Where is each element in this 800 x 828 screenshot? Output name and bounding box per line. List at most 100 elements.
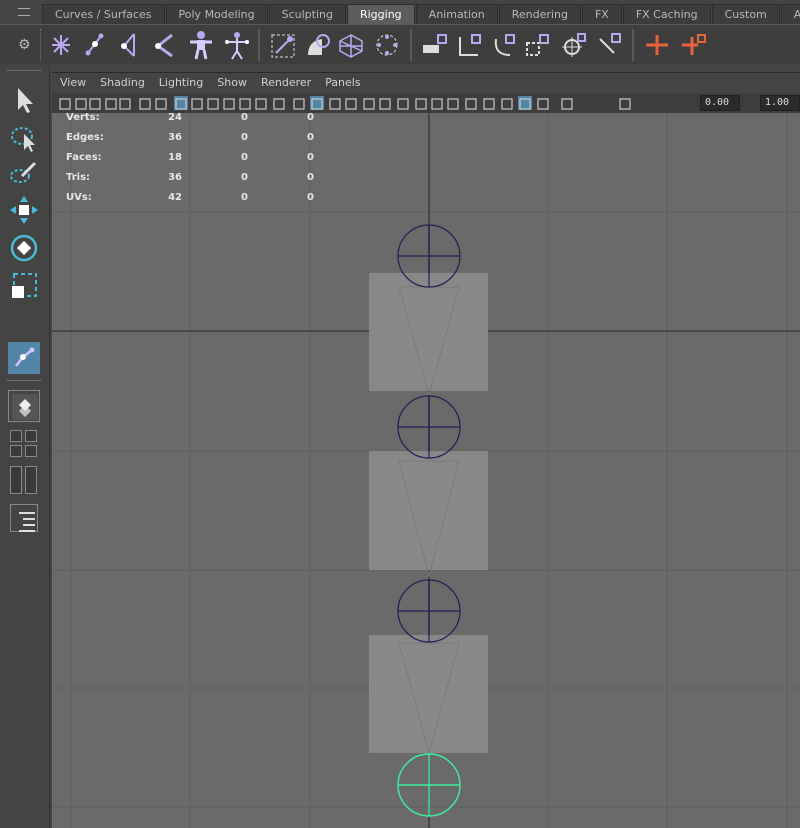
scale-constraint-icon[interactable] <box>522 29 552 61</box>
cluster-icon[interactable] <box>372 29 402 61</box>
camera-lock-icon[interactable] <box>74 96 88 110</box>
bookmark-icon[interactable] <box>104 96 118 110</box>
joint-tool-icon[interactable] <box>46 29 76 61</box>
backface-culling-icon[interactable] <box>536 96 550 110</box>
shelf-tab-curves-surfaces[interactable]: Curves / Surfaces <box>42 4 165 24</box>
lattice-icon[interactable] <box>336 29 366 61</box>
motion-blur-icon[interactable] <box>414 96 428 110</box>
menu-show[interactable]: Show <box>210 73 254 93</box>
smooth-bind-icon[interactable] <box>302 29 332 61</box>
menu-view[interactable]: View <box>52 73 93 93</box>
rigging-shelf: ⚙ <box>0 24 800 64</box>
ambient-occlusion-icon[interactable] <box>396 96 410 110</box>
depth-of-field-icon[interactable] <box>446 96 460 110</box>
select-tool-icon[interactable] <box>8 84 40 116</box>
menu-panels[interactable]: Panels <box>318 73 367 93</box>
viewport-scene <box>52 113 800 828</box>
shelf-menu-icon[interactable] <box>18 8 30 16</box>
shelf-tab-rendering[interactable]: Rendering <box>498 4 581 24</box>
constraint-b-icon[interactable] <box>678 29 708 61</box>
hud-value: 0 <box>241 132 248 143</box>
lasso-tool-icon[interactable] <box>8 122 40 154</box>
textured-icon[interactable] <box>344 96 358 110</box>
2d-pan-icon[interactable] <box>138 96 152 110</box>
shelf-grip[interactable] <box>40 29 43 61</box>
wireframe-icon[interactable] <box>292 96 306 110</box>
image-plane-icon[interactable] <box>118 96 132 110</box>
four-view-icon[interactable] <box>25 445 37 457</box>
menu-renderer[interactable]: Renderer <box>254 73 318 93</box>
lights-icon[interactable] <box>362 96 376 110</box>
safe-title-icon[interactable] <box>272 96 286 110</box>
smooth-shade-icon[interactable] <box>310 96 324 110</box>
film-gate-icon[interactable] <box>190 96 204 110</box>
shelf-tab-custom[interactable]: Custom <box>711 4 780 24</box>
shelf-tab-animation[interactable]: Animation <box>415 4 498 24</box>
shelf-tab-fx[interactable]: FX <box>581 4 622 24</box>
field-chart-icon[interactable] <box>238 96 252 110</box>
rotate-tool-icon[interactable] <box>8 232 40 264</box>
parent-constraint-icon[interactable] <box>420 29 450 61</box>
pole-vector-icon[interactable] <box>594 29 624 61</box>
orient-constraint-icon[interactable] <box>488 29 518 61</box>
joint[interactable] <box>397 224 461 288</box>
shelf-gear-icon[interactable]: ⚙ <box>18 37 31 53</box>
four-view-icon[interactable] <box>10 430 22 442</box>
viewport-panel: View Shading Lighting Show Renderer Pane… <box>52 72 800 828</box>
shelf-tab-sculpting[interactable]: Sculpting <box>268 4 346 24</box>
camera-attributes-icon[interactable] <box>88 96 102 110</box>
aim-constraint-icon[interactable] <box>558 29 588 61</box>
humanik-icon[interactable] <box>186 29 216 61</box>
xray-joints-icon[interactable] <box>518 96 532 110</box>
ik-spline-icon[interactable] <box>114 29 144 61</box>
grease-pencil-icon[interactable] <box>154 96 168 110</box>
move-tool-icon[interactable] <box>8 194 40 226</box>
xray-icon[interactable] <box>482 96 496 110</box>
camera-select-icon[interactable] <box>58 96 72 110</box>
hud-value: 24 <box>168 113 182 123</box>
joint-tool-icon[interactable] <box>8 342 40 374</box>
joint[interactable] <box>397 579 461 643</box>
bend-joint-icon[interactable] <box>150 29 180 61</box>
two-view-icon[interactable] <box>10 466 22 494</box>
safe-action-icon[interactable] <box>254 96 268 110</box>
cube-mesh[interactable] <box>369 635 488 753</box>
xray-active-icon[interactable] <box>500 96 514 110</box>
antialias-icon[interactable] <box>430 96 444 110</box>
constraint-a-icon[interactable] <box>642 29 672 61</box>
shelf-tab-rigging[interactable]: Rigging <box>346 4 415 24</box>
exposure-icon[interactable] <box>560 96 574 110</box>
four-view-icon[interactable] <box>25 430 37 442</box>
resolution-gate-icon[interactable] <box>206 96 220 110</box>
outliner-icon[interactable] <box>10 504 38 532</box>
toolbox-grip[interactable] <box>6 70 42 71</box>
ik-handle-icon[interactable] <box>80 29 110 61</box>
grid-icon[interactable] <box>174 96 188 110</box>
shelf-tab-poly-modeling[interactable]: Poly Modeling <box>165 4 268 24</box>
wireframe-on-shaded-icon[interactable] <box>328 96 342 110</box>
gamma-icon[interactable] <box>618 96 632 110</box>
cube-meshes[interactable] <box>369 273 488 753</box>
shadows-icon[interactable] <box>378 96 392 110</box>
menu-lighting[interactable]: Lighting <box>152 73 210 93</box>
four-view-icon[interactable] <box>10 445 22 457</box>
cube-mesh[interactable] <box>369 273 488 391</box>
quick-rig-icon[interactable] <box>222 29 252 61</box>
scale-tool-icon[interactable] <box>8 270 40 302</box>
single-view-icon[interactable] <box>8 390 40 422</box>
paint-select-icon[interactable] <box>8 158 40 190</box>
selected-joint[interactable] <box>397 753 461 817</box>
menu-shading[interactable]: Shading <box>93 73 152 93</box>
bind-skin-icon[interactable] <box>268 29 298 61</box>
isolate-select-icon[interactable] <box>464 96 478 110</box>
two-view-icon[interactable] <box>25 466 37 494</box>
shelf-tab-ar[interactable]: Ar <box>780 4 800 24</box>
joint[interactable] <box>397 395 461 459</box>
shelf-tab-fx-caching[interactable]: FX Caching <box>622 4 711 24</box>
gate-mask-icon[interactable] <box>222 96 236 110</box>
point-constraint-icon[interactable] <box>454 29 484 61</box>
exposure-field[interactable]: 0.00 <box>700 95 740 111</box>
cube-mesh[interactable] <box>369 451 488 570</box>
gamma-field[interactable]: 1.00 <box>760 95 800 111</box>
viewport-3d[interactable]: Verts: 24 0 0 Edges: 36 0 0 Faces: 18 0 … <box>52 113 800 828</box>
